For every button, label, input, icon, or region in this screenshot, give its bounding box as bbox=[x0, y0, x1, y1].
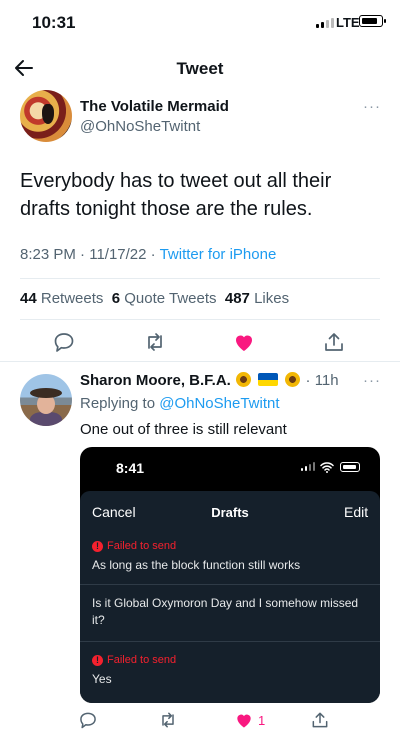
reply-icon[interactable] bbox=[78, 710, 98, 730]
alert-icon: ! bbox=[92, 540, 103, 552]
quotes-stat[interactable]: 6 Quote Tweets bbox=[112, 290, 217, 307]
page-title: Tweet bbox=[176, 59, 224, 78]
drafts-title: Drafts bbox=[211, 505, 249, 520]
screenshot-status-time: 8:41 bbox=[116, 460, 145, 476]
draft-item: Yes bbox=[92, 672, 112, 686]
draft-divider bbox=[80, 584, 380, 585]
failed-text: Failed to send bbox=[107, 540, 177, 552]
screenshot-wifi-icon bbox=[320, 462, 334, 473]
sunflower-emoji-icon bbox=[285, 372, 301, 387]
screenshot-battery-icon bbox=[340, 462, 360, 472]
meta-separator: · bbox=[150, 246, 160, 263]
tweet-stats: 44 Retweets 6 Quote Tweets 487 Likes bbox=[20, 290, 289, 307]
failed-to-send-label: ! Failed to send bbox=[92, 654, 176, 666]
divider bbox=[20, 319, 380, 320]
heart-icon[interactable] bbox=[232, 330, 256, 354]
drafts-sheet: Cancel Drafts Edit ! Failed to send As l… bbox=[80, 491, 380, 703]
ukraine-flag-icon bbox=[258, 373, 279, 386]
reply-author-name[interactable]: Sharon Moore, B.F.A. bbox=[80, 372, 231, 389]
reply-author-avatar[interactable] bbox=[20, 374, 72, 426]
failed-text: Failed to send bbox=[107, 654, 177, 666]
author-avatar[interactable] bbox=[20, 90, 72, 142]
reply-text: One out of three is still relevant bbox=[80, 421, 287, 438]
likes-label: Likes bbox=[254, 290, 290, 307]
replying-to-line: Replying to @OhNoSheTwitnt bbox=[80, 395, 280, 412]
more-options-icon[interactable]: ··· bbox=[363, 98, 381, 115]
draft-divider bbox=[80, 641, 380, 642]
tweet-date: 11/17/22 bbox=[89, 246, 147, 263]
sunflower-emoji-icon bbox=[236, 372, 252, 387]
retweet-icon[interactable] bbox=[143, 330, 167, 354]
share-icon[interactable] bbox=[322, 330, 346, 354]
draft-item: Is it Global Oxymoron Day and I somehow … bbox=[92, 596, 359, 627]
meta-separator: · bbox=[80, 246, 90, 263]
replying-to-mention[interactable]: @OhNoSheTwitnt bbox=[159, 395, 279, 412]
status-bar: 10:31 LTE bbox=[0, 0, 400, 46]
reply-time[interactable]: 11h bbox=[315, 372, 339, 389]
signal-icon bbox=[316, 17, 334, 28]
retweet-icon[interactable] bbox=[158, 710, 178, 730]
author-name[interactable]: The Volatile Mermaid bbox=[80, 98, 229, 115]
share-icon[interactable] bbox=[310, 710, 330, 730]
tweet-meta: 8:23 PM · 11/17/22 · Twitter for iPhone bbox=[20, 246, 276, 263]
likes-count: 487 bbox=[224, 290, 250, 307]
status-time: 10:31 bbox=[32, 13, 76, 32]
divider bbox=[20, 278, 380, 279]
draft-item: As long as the block function still work… bbox=[92, 558, 301, 572]
screenshot-signal-icon bbox=[301, 462, 315, 471]
reply-icon[interactable] bbox=[52, 330, 76, 354]
tweet-text: Everybody has to tweet out all their dra… bbox=[20, 170, 332, 220]
retweets-label: Retweets bbox=[40, 290, 104, 307]
replying-prefix: Replying to bbox=[80, 395, 156, 412]
attached-image[interactable]: 8:41 Cancel Drafts Edit ! Failed to send… bbox=[80, 447, 380, 703]
top-bar: Tweet bbox=[0, 48, 400, 88]
retweets-count: 44 bbox=[20, 290, 37, 307]
likes-stat[interactable]: 487 Likes bbox=[225, 290, 289, 307]
section-separator bbox=[0, 361, 400, 362]
alert-icon: ! bbox=[92, 654, 103, 666]
network-label: LTE bbox=[336, 15, 360, 30]
heart-icon[interactable] bbox=[234, 710, 254, 730]
drafts-edit-button: Edit bbox=[344, 504, 369, 520]
battery-icon bbox=[359, 15, 386, 27]
retweets-stat[interactable]: 44 Retweets bbox=[20, 290, 103, 307]
quotes-label: Quote Tweets bbox=[124, 290, 217, 307]
tweet-time: 8:23 PM bbox=[20, 246, 76, 263]
failed-to-send-label: ! Failed to send bbox=[92, 540, 176, 552]
tweet-source[interactable]: Twitter for iPhone bbox=[160, 246, 277, 263]
reply-more-options-icon[interactable]: ··· bbox=[363, 372, 381, 389]
reply-like-count: 1 bbox=[258, 713, 266, 728]
quotes-count: 6 bbox=[111, 290, 121, 307]
reply-author-line: Sharon Moore, B.F.A. · 11h bbox=[80, 372, 339, 389]
reply-time-separator: · bbox=[305, 372, 315, 389]
author-handle[interactable]: @OhNoSheTwitnt bbox=[80, 118, 200, 135]
